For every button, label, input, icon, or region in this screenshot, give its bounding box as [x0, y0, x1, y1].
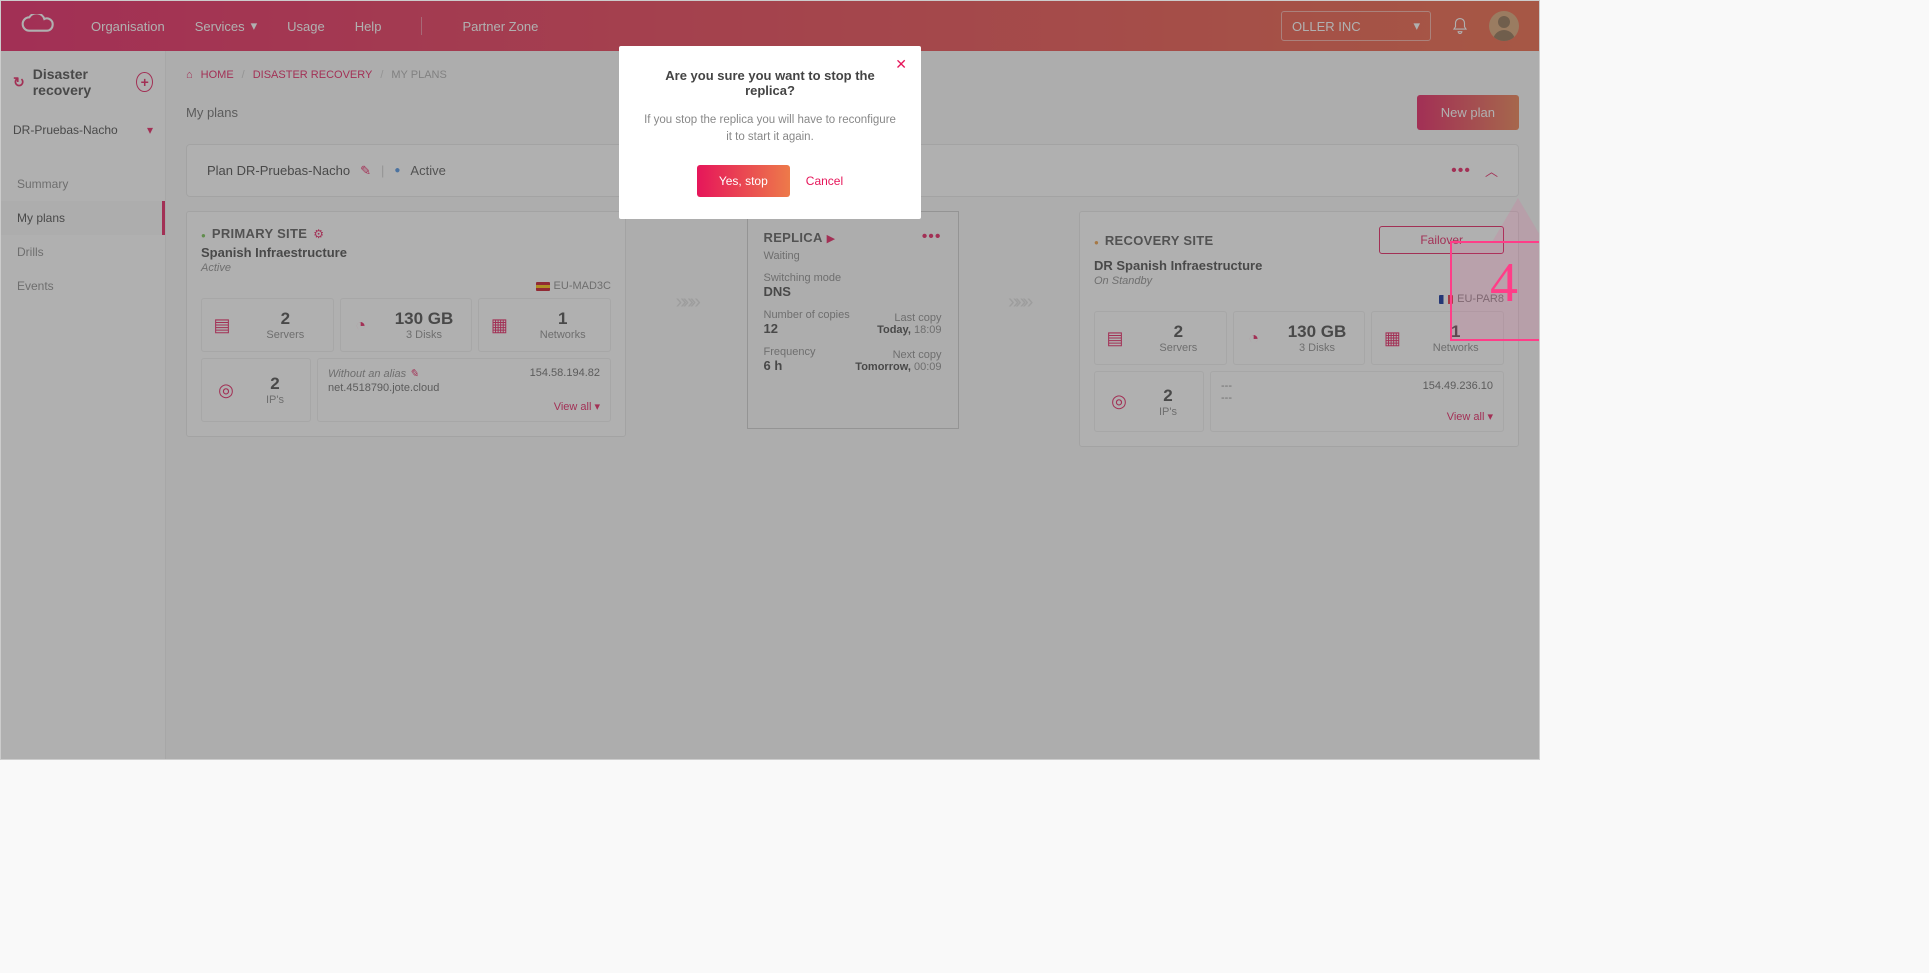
cancel-button[interactable]: Cancel: [806, 174, 843, 188]
app-frame: Organisation Services▾ Usage Help Partne…: [0, 0, 1540, 760]
yes-stop-button[interactable]: Yes, stop: [697, 165, 790, 197]
stop-replica-modal: ✕ Are you sure you want to stop the repl…: [619, 46, 921, 219]
annotation-number: 4: [1490, 251, 1518, 315]
modal-message: If you stop the replica you will have to…: [641, 112, 899, 147]
close-icon[interactable]: ✕: [895, 56, 907, 73]
modal-overlay: ✕ Are you sure you want to stop the repl…: [1, 1, 1539, 759]
modal-title: Are you sure you want to stop the replic…: [641, 68, 899, 98]
